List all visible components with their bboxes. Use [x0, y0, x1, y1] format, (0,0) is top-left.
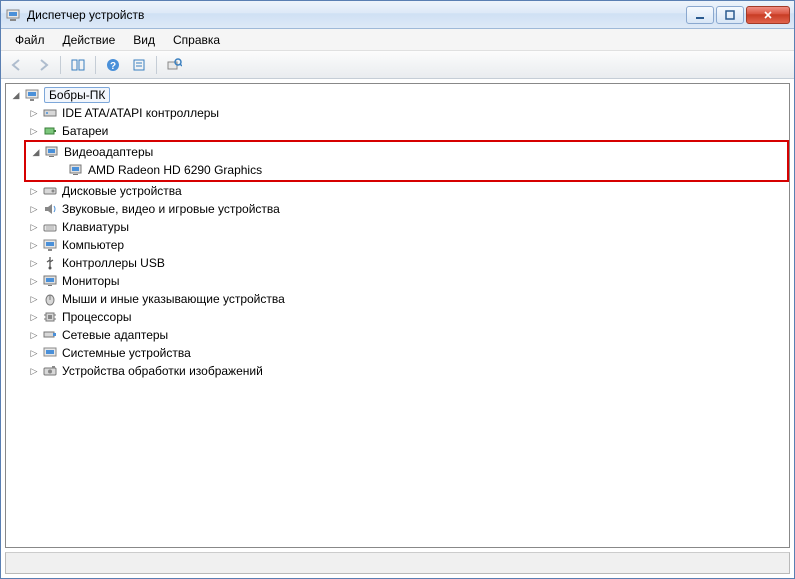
computer-icon	[42, 237, 58, 253]
system-icon	[42, 345, 58, 361]
window-controls	[686, 6, 790, 24]
tree-node-network[interactable]: ▷ Сетевые адаптеры	[6, 326, 789, 344]
mouse-icon	[42, 291, 58, 307]
node-label: Устройства обработки изображений	[62, 364, 263, 378]
ide-icon	[42, 105, 58, 121]
forward-button[interactable]	[31, 54, 55, 76]
tree-node-system[interactable]: ▷ Системные устройства	[6, 344, 789, 362]
expand-icon[interactable]: ▷	[28, 275, 40, 287]
tree-node-mouse[interactable]: ▷ Мыши и иные указывающие устройства	[6, 290, 789, 308]
tree-node-usb[interactable]: ▷ Контроллеры USB	[6, 254, 789, 272]
node-label: Клавиатуры	[62, 220, 129, 234]
node-label: Видеоадаптеры	[64, 145, 153, 159]
minimize-button[interactable]	[686, 6, 714, 24]
show-hide-tree-button[interactable]	[66, 54, 90, 76]
scan-hardware-button[interactable]	[162, 54, 186, 76]
tree-node-video[interactable]: ◢ Видеоадаптеры	[26, 143, 787, 161]
titlebar[interactable]: Диспетчер устройств	[1, 1, 794, 29]
tree-node-keyboard[interactable]: ▷ Клавиатуры	[6, 218, 789, 236]
node-label: Мыши и иные указывающие устройства	[62, 292, 285, 306]
close-button[interactable]	[746, 6, 790, 24]
cpu-icon	[42, 309, 58, 325]
expand-icon[interactable]: ▷	[28, 347, 40, 359]
back-button[interactable]	[5, 54, 29, 76]
node-label: Системные устройства	[62, 346, 191, 360]
node-label: AMD Radeon HD 6290 Graphics	[88, 163, 262, 177]
display-adapter-icon	[68, 162, 84, 178]
display-adapter-icon	[44, 144, 60, 160]
device-tree[interactable]: ◢ Бобры-ПК ▷ IDE ATA/ATAPI контроллеры ▷…	[5, 83, 790, 548]
toolbar-separator	[95, 56, 96, 74]
menubar: Файл Действие Вид Справка	[1, 29, 794, 51]
expand-icon[interactable]: ▷	[28, 107, 40, 119]
svg-text:?: ?	[110, 61, 116, 72]
tree-node-video-child[interactable]: ▷ AMD Radeon HD 6290 Graphics	[26, 161, 787, 179]
collapse-icon[interactable]: ◢	[30, 146, 42, 158]
node-label: Батареи	[62, 124, 108, 138]
content-area: ◢ Бобры-ПК ▷ IDE ATA/ATAPI контроллеры ▷…	[1, 79, 794, 578]
tree-root[interactable]: ◢ Бобры-ПК	[6, 86, 789, 104]
toolbar: ?	[1, 51, 794, 79]
tree-node-imaging[interactable]: ▷ Устройства обработки изображений	[6, 362, 789, 380]
tree-node-ide[interactable]: ▷ IDE ATA/ATAPI контроллеры	[6, 104, 789, 122]
disk-icon	[42, 183, 58, 199]
root-label: Бобры-ПК	[44, 87, 110, 103]
help-button[interactable]: ?	[101, 54, 125, 76]
toolbar-separator	[60, 56, 61, 74]
menu-action[interactable]: Действие	[55, 31, 124, 49]
properties-button[interactable]	[127, 54, 151, 76]
computer-icon	[24, 87, 40, 103]
expand-icon[interactable]: ▷	[28, 239, 40, 251]
tree-node-sound[interactable]: ▷ Звуковые, видео и игровые устройства	[6, 200, 789, 218]
highlight-annotation: ◢ Видеоадаптеры ▷ AMD Radeon HD 6290 Gra…	[24, 140, 789, 182]
expand-icon[interactable]: ▷	[28, 185, 40, 197]
monitor-icon	[42, 273, 58, 289]
expand-icon[interactable]: ▷	[28, 365, 40, 377]
tree-node-battery[interactable]: ▷ Батареи	[6, 122, 789, 140]
imaging-icon	[42, 363, 58, 379]
battery-icon	[42, 123, 58, 139]
node-label: Сетевые адаптеры	[62, 328, 168, 342]
node-label: IDE ATA/ATAPI контроллеры	[62, 106, 219, 120]
node-label: Звуковые, видео и игровые устройства	[62, 202, 280, 216]
tree-node-monitor[interactable]: ▷ Мониторы	[6, 272, 789, 290]
window-title: Диспетчер устройств	[27, 8, 686, 22]
sound-icon	[42, 201, 58, 217]
menu-file[interactable]: Файл	[7, 31, 53, 49]
expand-icon[interactable]: ▷	[28, 293, 40, 305]
expand-icon[interactable]: ▷	[28, 221, 40, 233]
expand-icon[interactable]: ▷	[28, 329, 40, 341]
expand-icon[interactable]: ▷	[28, 125, 40, 137]
menu-help[interactable]: Справка	[165, 31, 228, 49]
expand-icon[interactable]: ▷	[28, 311, 40, 323]
tree-node-disk[interactable]: ▷ Дисковые устройства	[6, 182, 789, 200]
expand-icon[interactable]: ▷	[28, 257, 40, 269]
maximize-button[interactable]	[716, 6, 744, 24]
tree-node-computer[interactable]: ▷ Компьютер	[6, 236, 789, 254]
collapse-icon[interactable]: ◢	[10, 89, 22, 101]
tree-node-cpu[interactable]: ▷ Процессоры	[6, 308, 789, 326]
node-label: Дисковые устройства	[62, 184, 182, 198]
toolbar-separator	[156, 56, 157, 74]
menu-view[interactable]: Вид	[125, 31, 163, 49]
usb-icon	[42, 255, 58, 271]
node-label: Контроллеры USB	[62, 256, 165, 270]
statusbar	[5, 552, 790, 574]
node-label: Компьютер	[62, 238, 124, 252]
device-manager-window: Диспетчер устройств Файл Действие Вид Сп…	[0, 0, 795, 579]
app-icon	[5, 7, 21, 23]
node-label: Процессоры	[62, 310, 132, 324]
keyboard-icon	[42, 219, 58, 235]
network-icon	[42, 327, 58, 343]
node-label: Мониторы	[62, 274, 119, 288]
expand-icon[interactable]: ▷	[28, 203, 40, 215]
